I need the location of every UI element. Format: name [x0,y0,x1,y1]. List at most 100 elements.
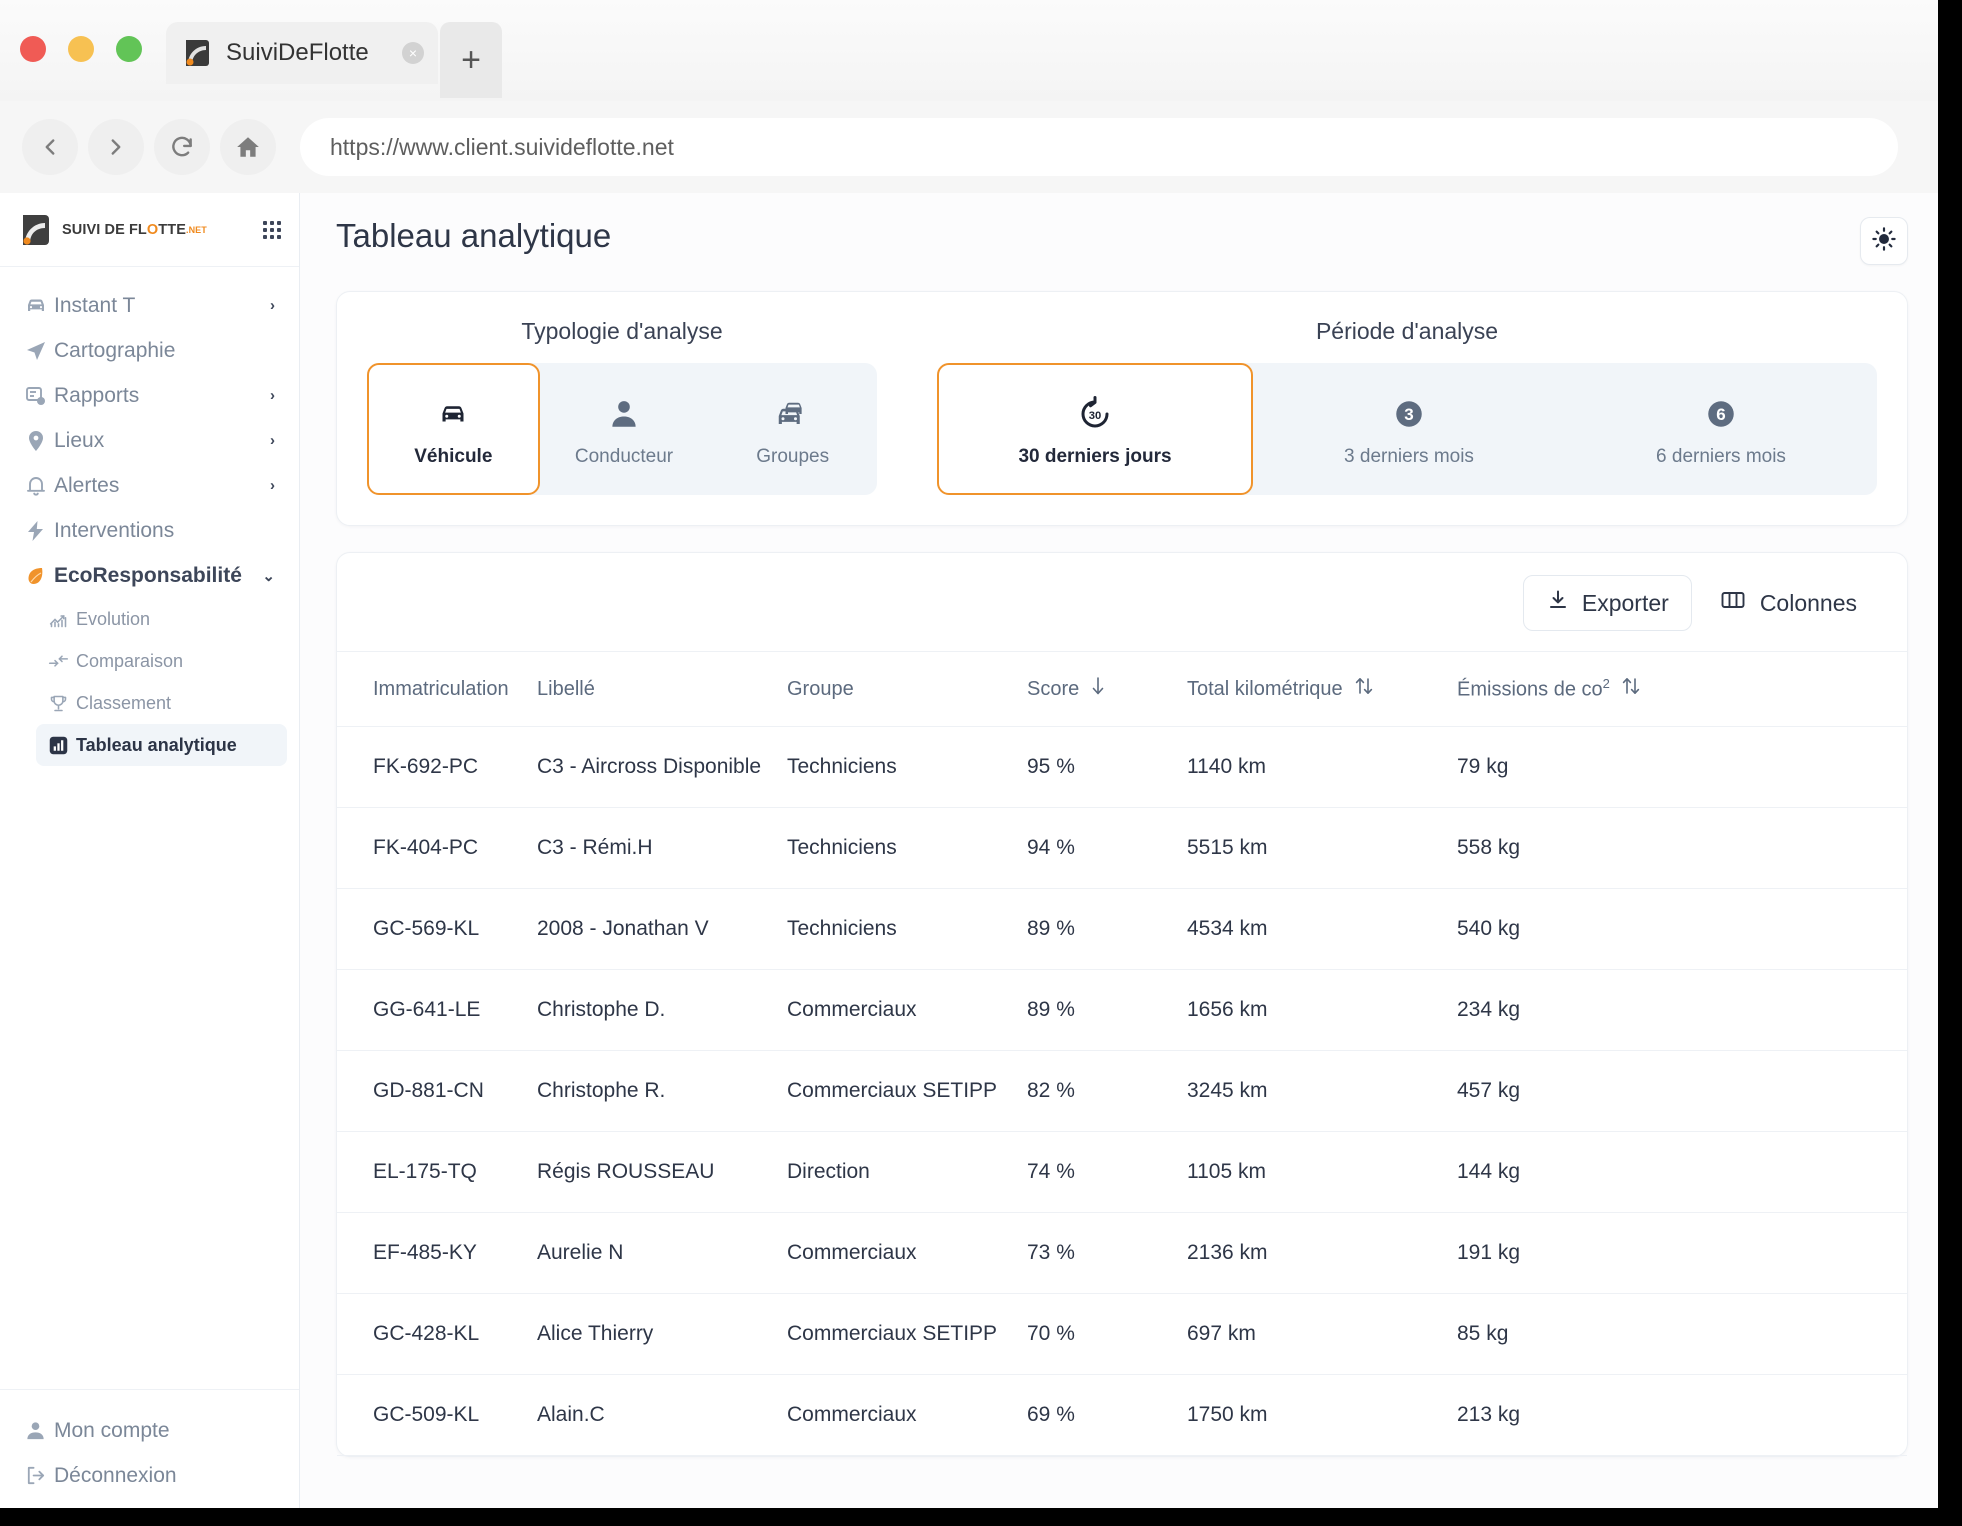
cell-immatriculation: FK-692-PC [337,726,537,808]
tab-title: SuiviDeFlotte [226,39,369,66]
typology-option-groupes[interactable]: Groupes [708,363,877,495]
table-row[interactable]: GC-428-KL Alice Thierry Commerciaux SETI… [337,1293,1907,1375]
cell-groupe: Commerciaux SETIPP [787,1293,1027,1375]
address-bar[interactable]: https://www.client.suivideflotte.net [300,118,1898,176]
back-icon[interactable] [22,119,78,175]
sidebar: SUIVI DE FLOTTE.NET Instant T › Cartogra… [0,193,300,1508]
filters-panel: Typologie d'analyse Véhicule Conducteur … [336,291,1908,526]
reload-icon[interactable] [154,119,210,175]
sidebar-item-alertes[interactable]: Alertes › [12,463,287,508]
leaf-icon [24,564,54,588]
period-segmented-control: 30 30 derniers jours 3 3 derniers mois 6… [937,363,1877,495]
sidebar-item-label: EcoResponsabilité [54,563,242,587]
cell-groupe: Direction [787,1131,1027,1213]
column-header-libelle[interactable]: Libellé [537,651,787,727]
analytics-table: Immatriculation Libellé Groupe Score Tot… [337,651,1907,1456]
cell-groupe: Commerciaux [787,969,1027,1051]
cell-score: 82 % [1027,1050,1187,1132]
sidebar-item-deconnexion[interactable]: Déconnexion [12,1453,287,1498]
cell-libelle: 2008 - Jonathan V [537,888,787,970]
period-option-6-months[interactable]: 6 6 derniers mois [1565,363,1877,495]
typology-option-vehicule[interactable]: Véhicule [367,363,540,495]
cell-libelle: Régis ROUSSEAU [537,1131,787,1213]
browser-tab[interactable]: SuiviDeFlotte × [166,22,438,84]
sidebar-item-classement[interactable]: Classement [36,682,287,724]
column-header-label: Groupe [787,677,854,700]
chevron-right-icon: › [270,432,275,449]
apps-grid-icon[interactable] [263,220,281,239]
sidebar-item-rapports[interactable]: Rapports › [12,373,287,418]
app-logo-text: SUIVI DE FLOTTE.NET [62,222,207,238]
theme-toggle-button[interactable] [1860,217,1908,265]
cell-immatriculation: GD-881-CN [337,1050,537,1132]
close-tab-button[interactable]: × [402,42,424,64]
sidebar-item-ecoresponsabilite[interactable]: EcoResponsabilité ⌄ [12,553,287,598]
column-header-score[interactable]: Score [1027,651,1187,727]
cell-score: 89 % [1027,969,1187,1051]
cell-groupe: Commerciaux SETIPP [787,1050,1027,1132]
sidebar-item-label: Cartographie [54,338,176,362]
period-option-30-days[interactable]: 30 30 derniers jours [937,363,1253,495]
table-row[interactable]: GD-881-CN Christophe R. Commerciaux SETI… [337,1050,1907,1132]
columns-button[interactable]: Colonnes [1706,576,1871,630]
sidebar-item-tableau-analytique[interactable]: Tableau analytique [36,724,287,766]
forward-icon[interactable] [88,119,144,175]
table-row[interactable]: FK-404-PC C3 - Rémi.H Techniciens 94 % 5… [337,807,1907,889]
table-row[interactable]: FK-692-PC C3 - Aircross Disponible Techn… [337,726,1907,808]
typology-option-label: Véhicule [414,446,493,468]
period-option-label: 30 derniers jours [1018,446,1172,468]
report-icon [24,384,54,408]
sidebar-item-mon-compte[interactable]: Mon compte [12,1408,287,1453]
cell-libelle: Christophe R. [537,1050,787,1132]
sidebar-footer-label: Déconnexion [54,1463,177,1487]
cell-libelle: C3 - Rémi.H [537,807,787,889]
export-button[interactable]: Exporter [1522,575,1692,631]
column-header-label: Score [1027,677,1080,700]
cell-km: 1105 km [1187,1131,1457,1213]
cell-groupe: Commerciaux [787,1374,1027,1456]
sidebar-header: SUIVI DE FLOTTE.NET [0,193,299,267]
table-row[interactable]: GC-569-KL 2008 - Jonathan V Techniciens … [337,888,1907,970]
cell-immatriculation: GC-428-KL [337,1293,537,1375]
cell-immatriculation: EF-485-KY [337,1212,537,1294]
sidebar-item-label: Lieux [54,428,105,452]
cell-score: 94 % [1027,807,1187,889]
period-option-3-months[interactable]: 3 3 derniers mois [1253,363,1565,495]
table-row[interactable]: EL-175-TQ Régis ROUSSEAU Direction 74 % … [337,1131,1907,1213]
cell-score: 69 % [1027,1374,1187,1456]
browser-toolbar: https://www.client.suivideflotte.net [0,101,1938,193]
column-header-groupe[interactable]: Groupe [787,651,1027,727]
cell-libelle: Alain.C [537,1374,787,1456]
sun-icon [1871,226,1897,257]
typology-option-label: Conducteur [574,446,674,468]
sidebar-item-instant-t[interactable]: Instant T › [12,283,287,328]
sidebar-subitem-label: Evolution [76,608,151,629]
new-tab-button[interactable]: + [440,22,502,98]
cell-km: 3245 km [1187,1050,1457,1132]
typology-option-conducteur[interactable]: Conducteur [540,363,709,495]
close-window-button[interactable] [20,36,46,62]
column-header-label: Libellé [537,677,595,700]
minimize-window-button[interactable] [68,36,94,62]
sidebar-item-evolution[interactable]: Evolution [36,598,287,640]
sidebar-item-comparaison[interactable]: Comparaison [36,640,287,682]
table-toolbar: Exporter Colonnes [337,553,1907,651]
typology-option-label: Groupes [756,446,830,468]
sidebar-item-lieux[interactable]: Lieux › [12,418,287,463]
cell-km: 1750 km [1187,1374,1457,1456]
table-row[interactable]: GC-509-KL Alain.C Commerciaux 69 % 1750 … [337,1374,1907,1456]
cell-groupe: Techniciens [787,807,1027,889]
column-header-immatriculation[interactable]: Immatriculation [337,651,537,727]
period-title: Période d'analyse [1315,318,1499,344]
column-header-emissions-co2[interactable]: Émissions de co2 [1457,651,1907,727]
table-row[interactable]: EF-485-KY Aurelie N Commerciaux 73 % 213… [337,1212,1907,1294]
sidebar-item-interventions[interactable]: Interventions [12,508,287,553]
home-icon[interactable] [220,119,276,175]
sidebar-item-cartographie[interactable]: Cartographie [12,328,287,373]
cell-immatriculation: GC-569-KL [337,888,537,970]
table-row[interactable]: GG-641-LE Christophe D. Commerciaux 89 %… [337,969,1907,1051]
maximize-window-button[interactable] [116,36,142,62]
period-option-label: 6 derniers mois [1656,446,1786,468]
cell-libelle: Alice Thierry [537,1293,787,1375]
column-header-total-kilometrique[interactable]: Total kilométrique [1187,651,1457,727]
